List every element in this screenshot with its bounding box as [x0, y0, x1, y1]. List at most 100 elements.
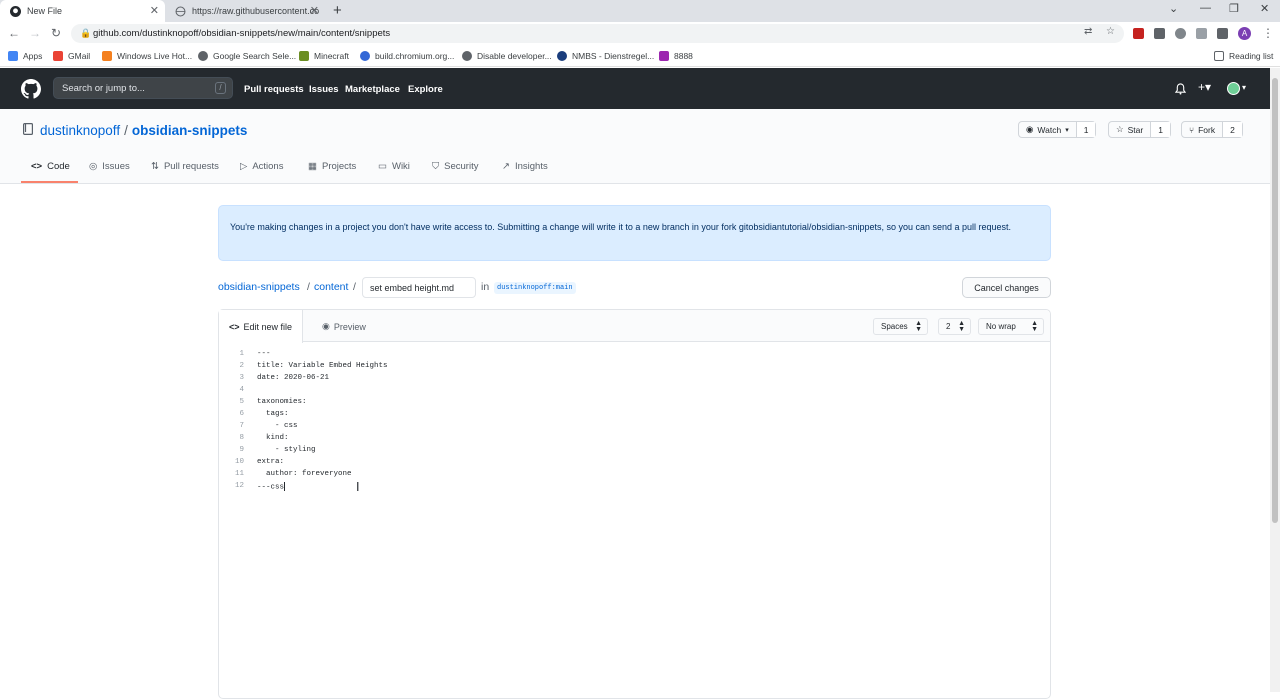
github-favicon-icon — [10, 5, 21, 17]
reading-list[interactable]: Reading list — [1214, 51, 1273, 61]
bookmark-star-icon[interactable]: ☆ — [1106, 26, 1115, 37]
line-number: 1 — [239, 350, 244, 358]
github-logo-icon[interactable] — [21, 79, 41, 104]
watch-label: Watch — [1037, 124, 1062, 135]
bookmark-label: Google Search Sele... — [213, 51, 297, 61]
browser-tab-new-file[interactable]: New File ✕ — [0, 0, 165, 22]
browser-tab-raw[interactable]: https://raw.githubusercontent.co ✕ — [165, 0, 325, 22]
indent-mode-select[interactable]: Spaces ▲ ▼ — [873, 318, 928, 335]
tab-issues-label: Issues — [102, 161, 130, 172]
bookmark-disable-developer[interactable]: Disable developer... — [462, 51, 552, 61]
bookmark-label: NMBS - Dienstregel... — [572, 51, 655, 61]
tab-insights-label: Insights — [514, 161, 548, 172]
fork-notice-flash: You're making changes in a project you d… — [218, 205, 1051, 261]
scrollbar-thumb[interactable] — [1272, 78, 1278, 523]
close-tab-icon[interactable]: ✕ — [310, 4, 319, 17]
bookmark-windows-live[interactable]: Windows Live Hot... — [102, 51, 192, 61]
bookmark-google-search[interactable]: Google Search Sele... — [198, 51, 296, 61]
create-new-icon[interactable]: +▾ — [1198, 80, 1211, 94]
tab-pull-requests[interactable]: ⇅ Pull requests — [151, 161, 219, 172]
tab-preview[interactable]: ◉ Preview — [312, 310, 376, 343]
extension-icon[interactable] — [1154, 28, 1165, 39]
apps-grid-icon — [8, 51, 18, 61]
breadcrumb-repo-link[interactable]: obsidian-snippets — [218, 281, 300, 293]
line-text: taxonomies: — [257, 398, 307, 406]
wrap-mode-value: No wrap — [986, 322, 1016, 331]
breadcrumb-folder-text[interactable]: content — [314, 281, 348, 293]
breadcrumb-repo-text[interactable]: obsidian-snippets — [218, 281, 300, 293]
nav-pull-requests[interactable]: Pull requests — [244, 84, 304, 95]
tab-insights[interactable]: ↗ Insights — [502, 161, 548, 172]
close-tab-icon[interactable]: ✕ — [150, 4, 159, 17]
tab-projects[interactable]: ▦ Projects — [308, 161, 356, 172]
extension-icon[interactable] — [1133, 28, 1144, 39]
fork-button[interactable]: ⑂ Fork 2 — [1181, 121, 1243, 138]
star-count[interactable]: 1 — [1150, 122, 1170, 137]
nav-explore[interactable]: Explore — [408, 84, 443, 95]
extensions-puzzle-icon[interactable] — [1217, 28, 1228, 39]
tab-issues[interactable]: ◎ Issues — [89, 161, 130, 172]
search-input[interactable]: Search or jump to... / — [53, 77, 233, 99]
chevron-down-icon: ▾ — [1065, 126, 1069, 134]
cancel-changes-button[interactable]: Cancel changes — [962, 277, 1051, 298]
bell-icon[interactable] — [1174, 82, 1187, 100]
window-close-icon[interactable]: ✕ — [1260, 2, 1269, 15]
line-number: 7 — [239, 422, 244, 430]
repo-header: dustinknopoff / obsidian-snippets ◉ Watch… — [0, 109, 1270, 184]
nav-issues[interactable]: Issues — [309, 84, 339, 95]
tab-edit-label: Edit new file — [243, 321, 293, 332]
tab-wiki[interactable]: ▭ Wiki — [378, 161, 410, 172]
line-number: 11 — [234, 470, 244, 478]
breadcrumb-folder-link[interactable]: content — [314, 281, 348, 293]
bookmark-8888[interactable]: 8888 — [659, 51, 693, 61]
bookmark-nmbs[interactable]: NMBS - Dienstregel... — [557, 51, 654, 61]
indent-size-select[interactable]: 2 ▲ ▼ — [938, 318, 971, 335]
address-bar[interactable]: 🔒 github.com/dustinknopoff/obsidian-snip… — [71, 24, 1124, 43]
line-text: tags: — [257, 410, 289, 418]
tab-security[interactable]: ⛉ Security — [432, 161, 478, 172]
chrome-menu-icon[interactable]: ⋮ — [1262, 26, 1274, 40]
repo-owner-link[interactable]: dustinknopoff — [40, 123, 120, 138]
filename-input[interactable] — [362, 277, 476, 298]
repo-name-link[interactable]: obsidian-snippets — [132, 123, 248, 138]
watch-button[interactable]: ◉ Watch ▾ 1 — [1018, 121, 1097, 138]
bookmark-label: Apps — [23, 51, 43, 61]
extension-icon[interactable] — [1196, 28, 1207, 39]
star-button[interactable]: ☆ Star 1 — [1108, 121, 1171, 138]
repo-separator: / — [124, 123, 128, 138]
select-arrows-icon: ▲ ▼ — [915, 320, 922, 333]
bookmark-apps[interactable]: Apps — [8, 51, 42, 61]
restore-icon[interactable]: ❐ — [1229, 2, 1239, 15]
extension-icon[interactable] — [1175, 28, 1186, 39]
nav-marketplace[interactable]: Marketplace — [345, 84, 400, 95]
tab-projects-label: Projects — [321, 161, 357, 172]
reload-icon[interactable]: ↻ — [51, 26, 61, 40]
tab-search-icon[interactable]: ⌄ — [1169, 2, 1178, 15]
reading-list-icon — [1214, 51, 1224, 61]
tab-edit-new-file[interactable]: <> Edit new file — [219, 310, 304, 343]
bookmark-minecraft[interactable]: Minecraft — [299, 51, 349, 61]
tab-code[interactable]: <> Code — [31, 161, 70, 172]
search-placeholder: Search or jump to... — [62, 82, 145, 94]
nmbs-icon — [557, 51, 567, 61]
tab-actions[interactable]: ▷ Actions — [240, 161, 283, 172]
bookmark-label: Windows Live Hot... — [117, 51, 193, 61]
page-scrollbar[interactable] — [1270, 68, 1280, 692]
user-avatar[interactable] — [1227, 82, 1240, 95]
watch-count[interactable]: 1 — [1075, 122, 1096, 137]
back-icon[interactable]: ← — [8, 26, 20, 40]
selected-tab-underline — [21, 181, 78, 183]
minimize-icon[interactable]: — — [1200, 2, 1211, 14]
new-tab-icon[interactable]: + — [333, 2, 342, 19]
fork-count[interactable]: 2 — [1222, 122, 1242, 137]
profile-avatar[interactable]: A — [1238, 27, 1251, 40]
forward-icon[interactable]: → — [29, 26, 41, 40]
bookmark-build-chromium[interactable]: build.chromium.org... — [360, 51, 454, 61]
bookmark-gmail[interactable]: GMail — [53, 51, 90, 61]
breadcrumb-separator: / — [307, 281, 310, 293]
translate-icon[interactable]: ⇄ — [1084, 26, 1092, 37]
issue-icon: ◎ — [89, 161, 98, 172]
play-icon: ▷ — [240, 161, 248, 172]
wrap-mode-select[interactable]: No wrap ▲ ▼ — [978, 318, 1044, 335]
url-text: github.com/dustinknopoff/obsidian-snippe… — [93, 28, 391, 39]
